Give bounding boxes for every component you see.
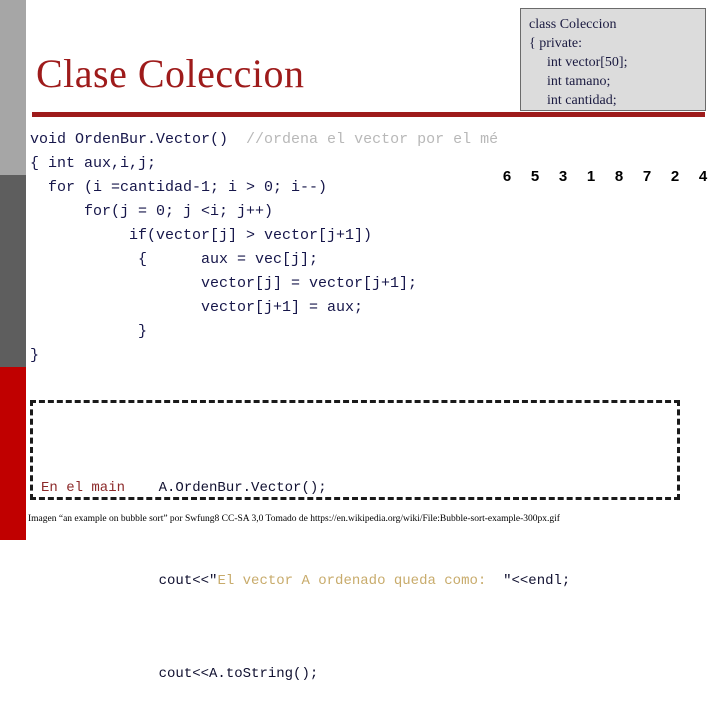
class-box-line-3: int vector[50]; — [547, 55, 628, 70]
cout-prefix: cout<<" — [158, 573, 218, 589]
code-line-5: if(vector[j] > vector[j+1]) — [30, 227, 373, 244]
sidebar-band-light-gray — [0, 0, 26, 175]
code-line-6: { aux = vec[j]; — [30, 251, 319, 268]
code-line-7: vector[j] = vector[j+1]; — [30, 275, 418, 292]
main-box-row-tostring: cout<<A.toString(); — [41, 659, 677, 690]
number-cell: 8 — [614, 168, 624, 185]
code-line-4: for(j = 0; j <i; j++) — [30, 203, 274, 220]
number-cell: 7 — [642, 168, 652, 185]
code-line-10: } — [30, 347, 40, 364]
number-cell: 3 — [558, 168, 568, 185]
slide-decorative-sidebar — [0, 0, 26, 540]
page-title: Clase Coleccion — [36, 51, 305, 96]
sidebar-band-red — [0, 367, 26, 540]
main-usage-box: En el main A.OrdenBur.Vector(); cout<<"E… — [30, 400, 680, 682]
number-cell: 6 — [502, 168, 512, 185]
number-cell: 2 — [670, 168, 680, 185]
tostring-call: cout<<A.toString(); — [158, 666, 319, 682]
class-box-line-1: class Coleccion — [529, 17, 617, 32]
class-box-line-5: int cantidad; — [547, 93, 617, 108]
cout-suffix: "<<endl; — [503, 573, 571, 589]
cout-string-literal: El vector A ordenado queda como: — [217, 573, 504, 589]
code-listing: void OrdenBur.Vector() //ordena el vecto… — [30, 128, 530, 368]
number-cell: 4 — [698, 168, 708, 185]
sidebar-band-dark-gray — [0, 175, 26, 367]
main-box-row-cout: cout<<"El vector A ordenado queda como: … — [41, 566, 677, 597]
number-cell: 5 — [530, 168, 540, 185]
bubble-sort-number-row: 6 5 3 1 8 7 2 4 — [500, 168, 710, 185]
code-line-8: vector[j+1] = aux; — [30, 299, 364, 316]
main-box-row-call: En el main A.OrdenBur.Vector(); — [41, 473, 677, 504]
image-attribution-caption: Imagen “an example on bubble sort” por S… — [28, 514, 560, 524]
class-declaration-box: class Coleccion { private: int vector[50… — [520, 8, 706, 111]
class-box-line-2: { private: — [529, 36, 582, 51]
main-box-label: En el main — [41, 480, 126, 496]
code-line-signature: void OrdenBur.Vector() — [30, 131, 247, 148]
main-box-call: A.OrdenBur.Vector(); — [158, 480, 327, 496]
code-comment: //ordena el vector por el mé — [246, 131, 499, 148]
code-line-2: { int aux,i,j; — [30, 155, 157, 172]
number-cell: 1 — [586, 168, 596, 185]
code-line-9: } — [30, 323, 148, 340]
title-underline-rule — [32, 112, 705, 117]
class-box-line-4: int tamano; — [547, 74, 611, 89]
code-line-3: for (i =cantidad-1; i > 0; i--) — [30, 179, 328, 196]
